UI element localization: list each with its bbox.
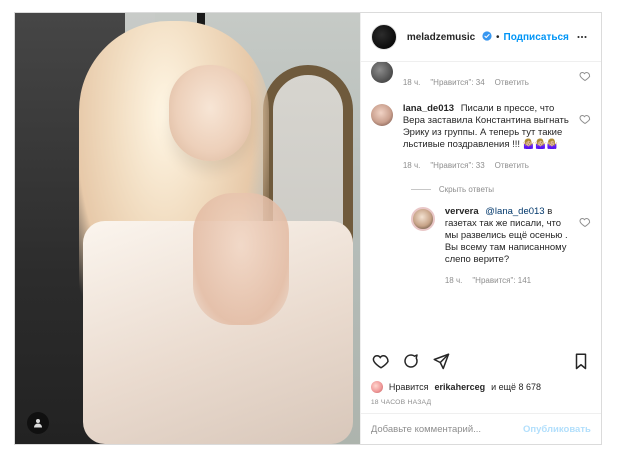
- comment-time: 18 ч.: [402, 161, 421, 170]
- comment-row-top-partial: 18 ч. "Нравится": 34 Ответить: [370, 62, 591, 87]
- author-username-text[interactable]: meladzemusic: [407, 32, 475, 43]
- likes-user[interactable]: erikaherceg: [435, 382, 486, 392]
- comment-likes[interactable]: "Нравится": 34: [430, 78, 484, 87]
- hide-replies-label[interactable]: Скрыть ответы: [439, 185, 494, 194]
- comment-text-reply: ververa @lana_de013 в газетах так же пис…: [445, 206, 571, 266]
- comment-meta-main: 18 ч. "Нравится": 33 Ответить: [403, 161, 571, 170]
- reply-time: 18 ч.: [444, 276, 463, 285]
- post-header: meladzemusic • Подписаться: [360, 13, 601, 62]
- comment-time: 18 ч.: [402, 78, 421, 87]
- reply-meta: 18 ч. "Нравится": 141: [445, 276, 571, 285]
- comment-avatar-top[interactable]: [370, 62, 393, 83]
- comment-avatar-main[interactable]: [370, 104, 393, 126]
- bookmark-outline-icon: [572, 352, 590, 375]
- reply-username[interactable]: ververa: [445, 206, 479, 217]
- photo-hands: [193, 193, 289, 325]
- comment-body-main: lana_de013 Писали в прессе, что Вера зас…: [403, 103, 571, 170]
- comment-reply-button[interactable]: Ответить: [495, 161, 529, 170]
- share-paper-plane-icon: [432, 352, 450, 375]
- comment-meta-top: 18 ч. "Нравится": 34 Ответить: [403, 78, 571, 87]
- comments-list[interactable]: 18 ч. "Нравится": 34 Ответить lana_de013: [361, 62, 601, 349]
- comment-likes[interactable]: "Нравится": 33: [430, 161, 484, 170]
- comment-row-main: lana_de013 Писали в прессе, что Вера зас…: [370, 103, 591, 170]
- hide-replies-line: [410, 189, 431, 190]
- save-button[interactable]: [571, 353, 591, 373]
- post-sidebar: meladzemusic • Подписаться 18 ч. "Нравит…: [359, 13, 601, 444]
- comment-body-reply: ververa @lana_de013 в газетах так же пис…: [445, 206, 571, 285]
- comment-text-main: lana_de013 Писали в прессе, что Вера зас…: [403, 103, 571, 151]
- likes-suffix[interactable]: и ещё 8 678: [491, 382, 541, 392]
- comment-row-reply: ververa @lana_de013 в газетах так же пис…: [410, 206, 591, 285]
- header-separator: •: [495, 31, 500, 43]
- comment-input[interactable]: [370, 423, 521, 435]
- author-username[interactable]: meladzemusic: [407, 30, 492, 44]
- comment-button[interactable]: [401, 353, 421, 373]
- instagram-post-modal: meladzemusic • Подписаться 18 ч. "Нравит…: [14, 12, 602, 445]
- comment-bubble-icon: [402, 352, 420, 375]
- more-options-icon[interactable]: [573, 28, 591, 46]
- reply-likes[interactable]: "Нравится": 141: [472, 276, 531, 285]
- share-button[interactable]: [431, 353, 451, 373]
- likes-summary[interactable]: Нравится erikaherceg и ещё 8 678: [370, 380, 593, 394]
- publish-comment-button[interactable]: Опубликовать: [523, 424, 591, 435]
- photo-face: [169, 65, 251, 161]
- comment-username[interactable]: lana_de013: [403, 103, 454, 114]
- liked-by-avatar[interactable]: [370, 381, 383, 393]
- post-timestamp[interactable]: 18 ЧАСОВ НАЗАД: [371, 399, 431, 406]
- heart-outline-icon[interactable]: [579, 69, 591, 82]
- hide-replies-toggle[interactable]: Скрыть ответы: [410, 185, 591, 194]
- comment-avatar-reply[interactable]: [410, 207, 435, 231]
- heart-outline-icon[interactable]: [579, 112, 591, 125]
- reply-mention[interactable]: @lana_de013: [485, 206, 544, 217]
- verified-badge-icon: [482, 30, 492, 44]
- add-comment-bar: Опубликовать: [360, 413, 601, 444]
- heart-outline-icon[interactable]: [579, 215, 591, 228]
- comment-body-top: 18 ч. "Нравится": 34 Ответить: [403, 62, 571, 87]
- likes-prefix: Нравится: [388, 382, 429, 392]
- follow-button[interactable]: Подписаться: [504, 32, 569, 43]
- author-avatar[interactable]: [370, 24, 397, 50]
- comment-reply-button[interactable]: Ответить: [495, 78, 529, 87]
- post-photo[interactable]: [15, 13, 360, 444]
- post-actions: [361, 350, 601, 376]
- like-button[interactable]: [371, 353, 391, 373]
- user-tag-icon[interactable]: [27, 412, 49, 434]
- heart-outline-icon: [372, 352, 390, 375]
